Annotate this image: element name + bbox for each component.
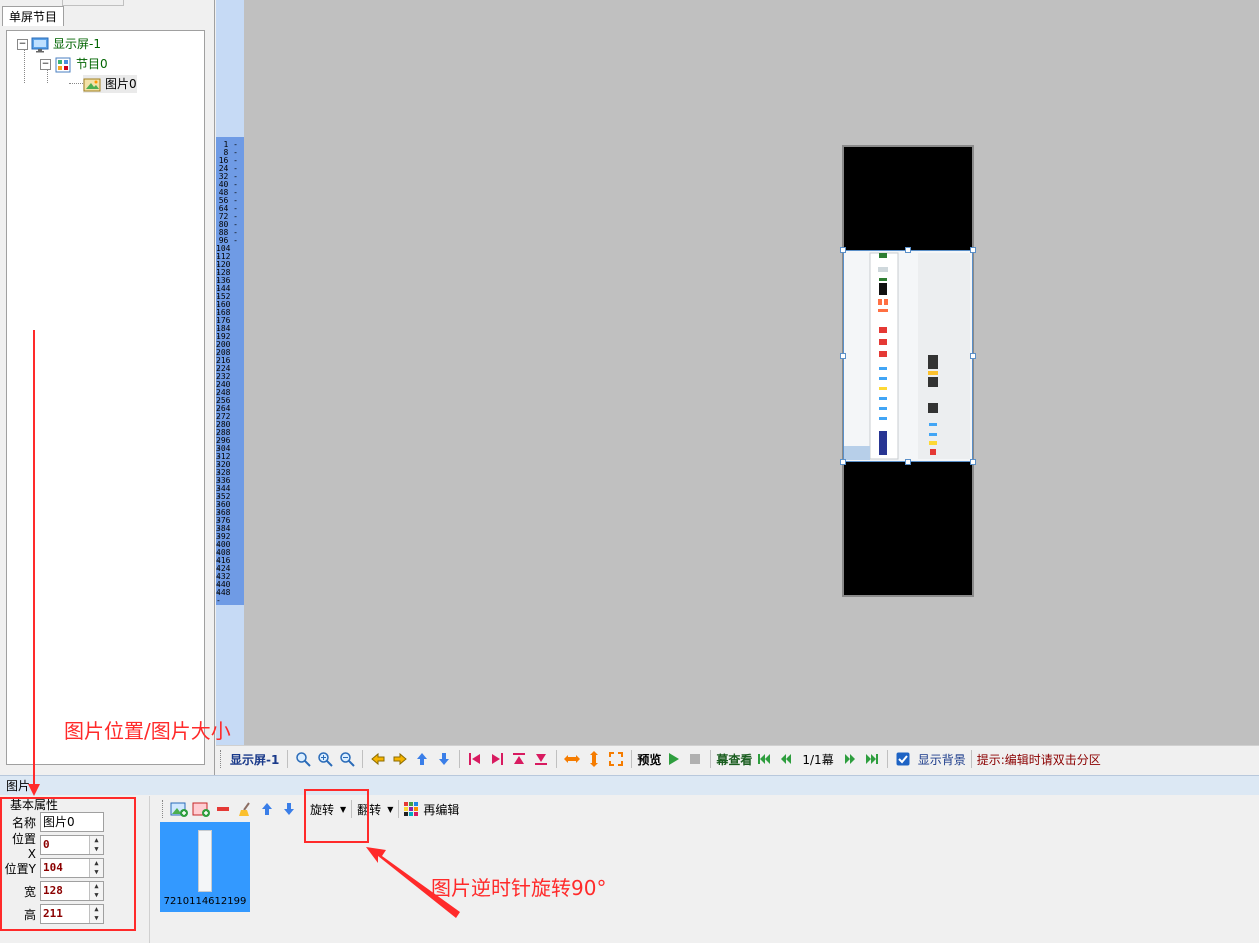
resize-handle[interactable] xyxy=(970,459,976,465)
monitor-icon xyxy=(31,37,49,53)
move-right-icon[interactable] xyxy=(390,749,410,769)
remove-icon[interactable] xyxy=(213,799,233,819)
tree-node-label: 节目0 xyxy=(76,57,108,71)
show-background-checkbox[interactable] xyxy=(893,749,913,769)
add-video-icon[interactable] xyxy=(191,799,211,819)
ruler-labels: 1 -8 -16 -24 -32 -40 -48 -56 -64 -72 -80… xyxy=(216,141,238,605)
tree-node-program[interactable]: − 节目0 xyxy=(40,55,108,73)
image-zone[interactable] xyxy=(843,250,973,462)
toolbar-separator xyxy=(970,750,972,768)
dropdown-arrow-icon: ▼ xyxy=(387,804,394,814)
add-image-icon[interactable] xyxy=(169,799,189,819)
clear-broom-icon[interactable] xyxy=(235,799,255,819)
media-thumbnail[interactable]: 7210114612199 xyxy=(160,822,250,912)
panel-tabs: 单屏节目 xyxy=(0,0,215,26)
align-right-icon[interactable] xyxy=(487,749,507,769)
prev-scene-icon[interactable] xyxy=(776,749,796,769)
program-icon xyxy=(54,57,72,73)
program-tree: − 显示屏-1 − 节目0 图片0 xyxy=(6,30,205,765)
collapse-icon[interactable]: − xyxy=(40,59,51,70)
resize-handle[interactable] xyxy=(905,247,911,253)
reedit-button[interactable]: 再编辑 xyxy=(404,799,459,819)
resize-handle[interactable] xyxy=(840,353,846,359)
scene-view-button[interactable]: 幕查看 xyxy=(716,749,752,769)
resize-handle[interactable] xyxy=(840,459,846,465)
first-scene-icon[interactable] xyxy=(754,749,774,769)
annotation-label-rotate: 图片逆时针旋转90° xyxy=(431,876,607,900)
toolbar-separator xyxy=(459,750,461,768)
tree-node-screen[interactable]: − 显示屏-1 xyxy=(17,35,101,53)
program-panel: 单屏节目 − 显示屏-1 − 节目0 图片0 xyxy=(0,0,215,775)
move-down-icon[interactable] xyxy=(434,749,454,769)
annotation-label-position-size: 图片位置/图片大小 xyxy=(64,719,231,743)
resize-handle[interactable] xyxy=(840,247,846,253)
editing-canvas[interactable] xyxy=(244,0,1259,745)
tree-node-label: 显示屏-1 xyxy=(53,37,101,51)
screen-selector[interactable]: 显示屏-1 xyxy=(227,749,282,769)
last-scene-icon[interactable] xyxy=(862,749,882,769)
annotation-box-properties xyxy=(0,797,136,931)
thumbnail-image xyxy=(198,830,212,892)
thumbnail-caption: 7210114612199 xyxy=(163,896,247,907)
next-scene-icon[interactable] xyxy=(840,749,860,769)
stop-icon[interactable] xyxy=(685,749,705,769)
align-bottom-icon[interactable] xyxy=(531,749,551,769)
toolbar-separator xyxy=(362,750,364,768)
scene-page-indicator: 1/1幕 xyxy=(802,752,834,767)
toolbar-separator xyxy=(556,750,558,768)
move-item-down-icon[interactable] xyxy=(279,799,299,819)
palette-grid-icon xyxy=(404,802,419,816)
section-title-bar: 图片 xyxy=(0,775,1259,795)
tree-node-label: 图片0 xyxy=(105,77,137,91)
toolbar-grip xyxy=(162,800,164,818)
toolbar-separator xyxy=(631,750,633,768)
stretch-vertical-icon[interactable] xyxy=(584,749,604,769)
resize-handle[interactable] xyxy=(970,247,976,253)
play-icon[interactable] xyxy=(663,749,683,769)
zoom-in-icon[interactable] xyxy=(315,749,335,769)
annotation-box-rotate xyxy=(304,789,369,843)
move-item-up-icon[interactable] xyxy=(257,799,277,819)
toolbar-separator xyxy=(398,800,400,818)
move-up-icon[interactable] xyxy=(412,749,432,769)
ruler-tick-label: 448 - xyxy=(216,588,231,605)
reedit-label: 再编辑 xyxy=(423,802,460,817)
resize-handle[interactable] xyxy=(970,353,976,359)
tab-other[interactable] xyxy=(62,0,124,6)
zoom-out-icon[interactable] xyxy=(337,749,357,769)
fullscreen-icon[interactable] xyxy=(606,749,626,769)
align-left-icon[interactable] xyxy=(465,749,485,769)
preview-button[interactable]: 预览 xyxy=(637,749,661,769)
toolbar-grip xyxy=(220,750,222,768)
tree-node-image[interactable]: 图片0 xyxy=(83,75,137,93)
show-background-label[interactable]: 显示背景 xyxy=(915,749,966,769)
align-top-icon[interactable] xyxy=(509,749,529,769)
rotated-image-content xyxy=(844,251,972,461)
collapse-icon[interactable]: − xyxy=(17,39,28,50)
resize-handle[interactable] xyxy=(905,459,911,465)
image-icon xyxy=(83,77,101,93)
toolbar-separator xyxy=(287,750,289,768)
toolbar-separator xyxy=(710,750,712,768)
toolbar-separator xyxy=(886,750,888,768)
move-left-icon[interactable] xyxy=(368,749,388,769)
edit-hint: 提示:编辑时请双击分区 xyxy=(976,752,1101,767)
tab-single-screen-program[interactable]: 单屏节目 xyxy=(2,6,65,26)
canvas-toolbar: 显示屏-1 预览 幕查看 1/1幕 显示背景 提示:编辑时请双击分区 xyxy=(216,745,1259,772)
section-title: 图片 xyxy=(6,779,31,793)
stretch-horizontal-icon[interactable] xyxy=(562,749,582,769)
zoom-reset-icon[interactable] xyxy=(293,749,313,769)
tree-connector xyxy=(69,83,83,84)
